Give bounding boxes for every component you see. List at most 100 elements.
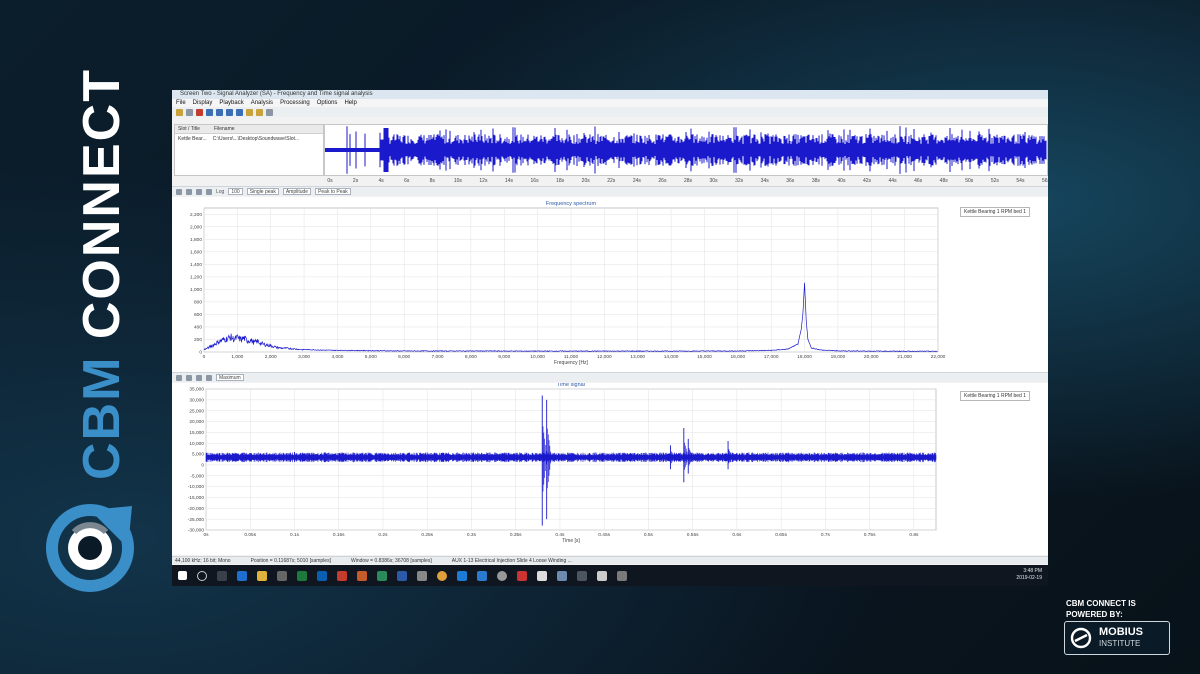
pause-icon[interactable] [226,108,233,116]
x-tick-label: 2,000 [265,354,277,360]
powered-by-label: CBM CONNECT IS POWERED BY: [1066,598,1136,620]
save-icon[interactable] [186,108,193,116]
y-tick-label: 2,200 [190,212,202,218]
frequency-spectrum-chart[interactable]: Frequency spectrum 0 200 400 600 800 1,000 1,20… [172,197,1048,372]
overview-tick-label: 2s [353,178,359,184]
x-tick-label: 18,000 [797,354,812,360]
overview-tick-label: 6s [404,178,410,184]
x-tick-label: 21,000 [897,354,912,360]
scale-select[interactable]: 100 [228,188,243,195]
settings-icon[interactable] [266,108,273,116]
overview-tick-label: 14s [505,178,514,184]
x-tick-label: 0 [203,354,206,360]
overview-tick-label: 4s [379,178,385,184]
status-bar: 44,100 kHz; 16 bit; Mono Position = 0.11… [172,556,1048,564]
cursor-icon[interactable] [176,374,182,381]
outlook-icon[interactable] [317,570,327,581]
y-tick-label: 30,000 [189,397,204,403]
ie-icon[interactable] [377,570,387,581]
menu-item-analysis[interactable]: Analysis [251,99,273,107]
word-icon[interactable] [397,570,407,581]
play-icon[interactable] [216,108,223,116]
overview-waveform [324,126,1047,174]
stop-icon[interactable] [236,108,243,116]
export-icon[interactable] [256,108,263,116]
excel-icon[interactable] [297,570,307,581]
x-tick-label: 0.45s [598,532,610,538]
x-tick-label: 6,000 [398,354,410,360]
amplitude-select[interactable]: Amplitude [282,188,312,195]
powerpoint-icon[interactable] [357,570,367,581]
red-app-icon[interactable] [517,570,527,581]
misc-app-icon[interactable] [617,570,627,581]
copy-icon[interactable] [186,188,192,195]
file-table: Slot / Title Filename Kettle Bear... C:\… [174,124,324,176]
calculator-icon[interactable] [537,570,547,581]
y-tick-label: 1,200 [190,274,202,280]
menu-item-help[interactable]: Help [344,99,356,107]
menu-item-playback[interactable]: Playback [219,99,243,107]
peak-select[interactable]: Peak to Peak [315,188,351,195]
clapper-icon[interactable] [597,570,607,581]
menu-item-file[interactable]: File [176,99,186,107]
store-icon[interactable] [277,570,287,581]
time-signal-chart[interactable]: Time signal -30,000 -25,000 -20,000 -15,000 -… [172,383,1048,555]
x-tick-label: 0.1s [290,532,300,538]
save-chart-icon[interactable] [196,374,202,381]
edge-icon[interactable] [237,570,247,581]
menu-item-processing[interactable]: Processing [280,99,310,107]
signal-overview[interactable] [324,124,1048,176]
explorer-icon[interactable] [257,570,267,581]
overview-tick-label: 42s [863,178,872,184]
network-icon[interactable] [477,570,487,581]
acrobat-icon[interactable] [337,570,347,581]
overview-tick-label: 16s [531,178,540,184]
record-icon[interactable] [196,108,203,116]
task-view-icon[interactable] [217,570,227,581]
x-tick-label: 17,000 [764,354,779,360]
x-tick-label: 0s [203,532,209,538]
row-file: C:\Users\...\Desktop\Soundwave\Slot... [212,136,300,142]
overview-tick-label: 40s [837,178,846,184]
dropbox-icon[interactable] [457,570,467,581]
clock-date: 2019-02-19 [1016,575,1042,581]
print-icon[interactable] [206,374,212,381]
x-tick-label: 4,000 [331,354,343,360]
media-icon[interactable] [497,570,507,581]
menu-item-display[interactable]: Display [193,99,213,107]
x-tick-label: 0.25s [421,532,433,538]
print-icon[interactable] [206,188,212,195]
cursor-icon[interactable] [176,188,182,195]
y-tick-label: 10,000 [189,441,204,447]
overview-tick-label: 38s [812,178,821,184]
table-row[interactable]: Kettle Bear... C:\Users\...\Desktop\Soun… [175,134,323,144]
signal-analyzer-icon[interactable] [557,570,567,581]
x-tick-label: 0.15s [333,532,345,538]
x-tick-label: 19,000 [831,354,846,360]
chrome-icon[interactable] [437,570,447,581]
overview-tick-label: 52s [991,178,1000,184]
app-icon[interactable] [417,570,427,581]
status-window: Window = 0.8386s; 36708 [samples] [350,558,432,564]
mode-select[interactable]: Single peak [246,188,279,195]
search-icon[interactable] [197,570,207,581]
x-tick-label: 0.35s [510,532,522,538]
copy-icon[interactable] [186,374,192,381]
x-tick-label: 16,000 [730,354,745,360]
menu-item-options[interactable]: Options [317,99,338,107]
col-slot-title: Slot / Title [178,126,200,132]
overview-tick-label: 32s [735,178,744,184]
open-icon[interactable] [176,108,183,116]
brand-connect: CONNECT [73,68,131,356]
x-tick-label: 0.6s [732,532,742,538]
folder-icon[interactable] [246,108,253,116]
x-tick-label: 13,000 [630,354,645,360]
cbm-logo-icon [46,504,134,592]
time-mode-select[interactable]: Maximum [216,374,244,381]
rewind-icon[interactable] [206,108,213,116]
video-icon[interactable] [577,570,587,581]
x-tick-label: 0.3s [467,532,477,538]
save-chart-icon[interactable] [196,188,202,195]
x-axis-label: Frequency [Hz] [554,360,589,366]
windows-start-icon[interactable] [178,571,187,580]
